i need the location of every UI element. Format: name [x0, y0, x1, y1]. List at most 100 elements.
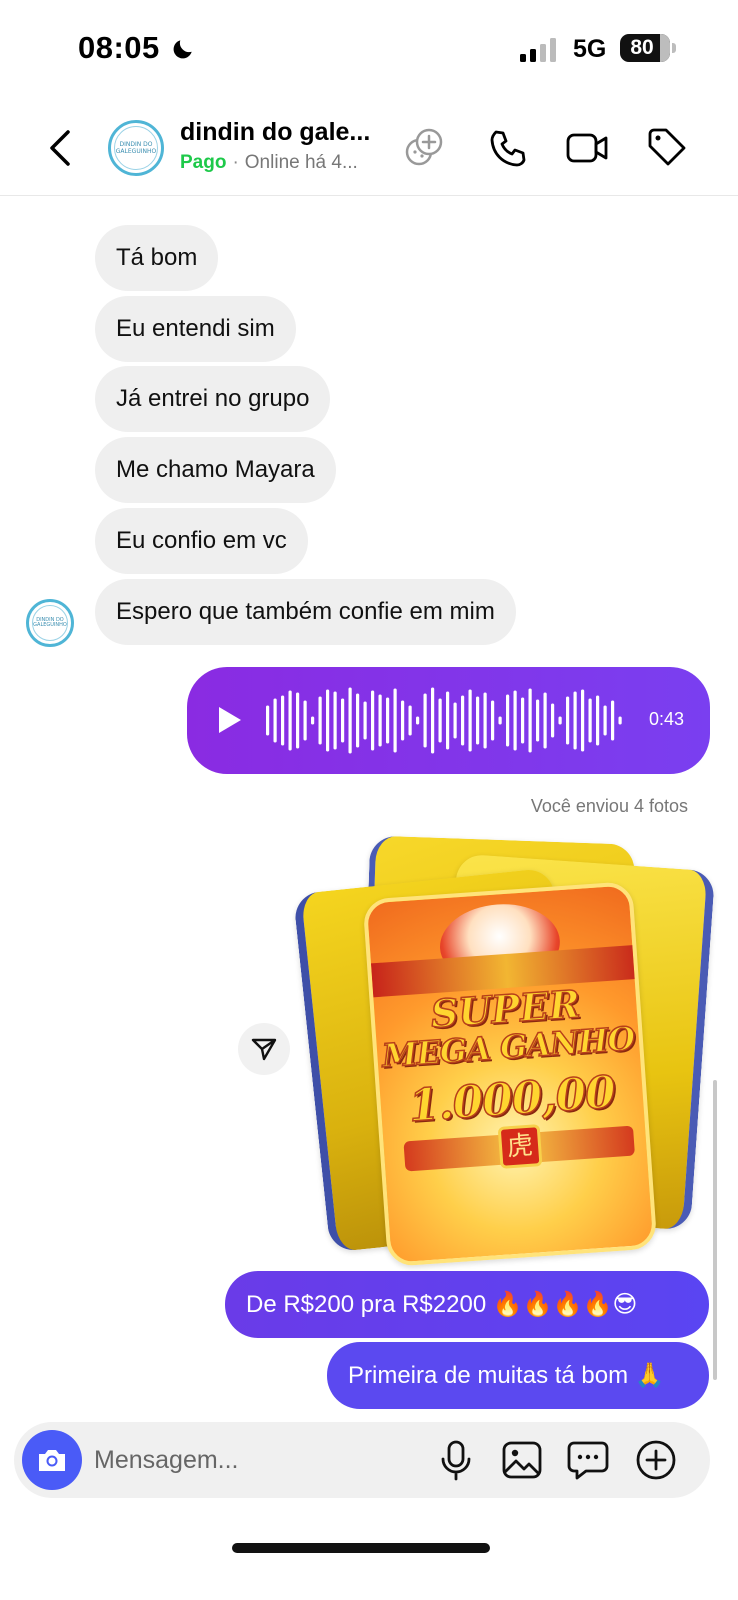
waveform-bar — [288, 690, 292, 751]
waveform-bar — [521, 697, 525, 744]
photo-stack[interactable]: SUPER MEGA GANHO 1.000,00 虎 — [292, 835, 716, 1267]
waveform-bar — [483, 692, 487, 749]
waveform-bar — [296, 692, 300, 749]
waveform-bar — [333, 691, 337, 750]
waveform-bar — [551, 703, 555, 738]
waveform-bar — [281, 695, 285, 746]
waveform-bar — [393, 688, 397, 753]
camera-icon — [39, 1450, 65, 1471]
moon-icon — [173, 40, 192, 59]
waveform-bar — [356, 693, 360, 748]
waveform-bar — [558, 716, 562, 725]
chat-header: DINDIN DO GALEGUINHO dindin do gale... P… — [0, 100, 738, 196]
waveform-bar — [438, 698, 442, 743]
waveform-bar — [318, 696, 322, 745]
scrollbar[interactable] — [713, 1080, 717, 1380]
battery-icon: 80 — [620, 34, 670, 62]
contact-name[interactable]: dindin do gale... — [180, 118, 370, 147]
waveform-bar — [303, 700, 307, 741]
back-chevron-icon[interactable] — [44, 126, 74, 170]
waveform-bar — [453, 702, 457, 739]
waveform-bar — [581, 689, 585, 752]
payment-status-label: Pago — [180, 152, 227, 173]
waveform-bar — [408, 705, 412, 736]
play-icon[interactable] — [217, 705, 243, 735]
message-input[interactable] — [94, 1440, 424, 1480]
waveform-bar — [536, 699, 540, 742]
contact-avatar[interactable]: DINDIN DO GALEGUINHO — [108, 120, 164, 176]
waveform-bar — [341, 698, 345, 743]
battery-level: 80 — [630, 36, 654, 59]
online-status: Online há 4... — [244, 152, 358, 173]
waveform-bar — [416, 716, 420, 725]
incoming-message[interactable]: Eu confio em vc — [95, 508, 308, 574]
waveform-bar — [528, 688, 532, 753]
incoming-message[interactable]: Me chamo Mayara — [95, 437, 336, 503]
waveform-bar — [348, 687, 352, 754]
waveform-bar — [363, 701, 367, 740]
audio-waveform[interactable] — [265, 683, 625, 758]
status-time: 08:05 — [78, 30, 160, 65]
phone-icon[interactable] — [486, 126, 530, 170]
waveform-bar — [588, 698, 592, 743]
battery-tip — [672, 43, 676, 53]
incoming-message[interactable]: Já entrei no grupo — [95, 366, 331, 432]
add-people-icon[interactable] — [402, 126, 446, 170]
sender-avatar[interactable]: DINDIN DO GALEGUINHO — [26, 599, 74, 647]
waveform-bar — [311, 716, 315, 725]
sticker-chat-icon[interactable] — [566, 1438, 610, 1482]
waveform-bar — [491, 700, 495, 741]
waveform-bar — [618, 716, 622, 725]
incoming-message[interactable]: Tá bom — [95, 225, 219, 291]
incoming-message[interactable]: Espero que também confie em mim — [95, 579, 516, 645]
video-call-icon[interactable] — [566, 126, 610, 170]
waveform-bar — [566, 696, 570, 745]
waveform-bar — [513, 690, 517, 751]
home-indicator — [232, 1543, 490, 1553]
waveform-bar — [573, 691, 577, 750]
avatar-logo-text: DINDIN DO GALEGUINHO — [114, 126, 158, 170]
share-button[interactable] — [238, 1023, 290, 1075]
waveform-bar — [476, 696, 480, 745]
waveform-bar — [371, 690, 375, 751]
tag-icon[interactable] — [646, 126, 690, 170]
network-label: 5G — [573, 35, 607, 63]
waveform-bar — [498, 716, 502, 725]
sent-photos-label: Você enviou 4 fotos — [530, 796, 688, 816]
waveform-bar — [596, 695, 600, 746]
photo-thumbnail-front[interactable]: SUPER MEGA GANHO 1.000,00 虎 — [362, 881, 658, 1267]
audio-message[interactable]: 0:43 — [187, 667, 710, 774]
waveform-bar — [386, 697, 390, 744]
waveform-bar — [326, 689, 330, 752]
send-icon — [251, 1038, 277, 1061]
camera-button[interactable] — [22, 1430, 82, 1490]
avatar-logo-text: DINDIN DO GALEGUINHO — [32, 605, 68, 641]
message-composer — [14, 1422, 710, 1498]
waveform-bar — [506, 694, 510, 747]
waveform-bar — [461, 695, 465, 746]
waveform-bar — [446, 691, 450, 750]
waveform-bar — [468, 689, 472, 752]
add-icon[interactable] — [634, 1438, 678, 1482]
gallery-icon[interactable] — [500, 1438, 544, 1482]
waveform-bar — [401, 700, 405, 741]
waveform-bar — [543, 692, 547, 749]
separator-dot: · — [232, 152, 239, 173]
audio-duration: 0:43 — [648, 709, 684, 729]
waveform-bar — [378, 694, 382, 747]
photo-amount: 1.000,00 — [406, 1066, 617, 1133]
outgoing-message[interactable]: De R$200 pra R$2200 🔥🔥🔥🔥😎 — [225, 1271, 709, 1338]
waveform-bar — [423, 693, 427, 748]
signal-icon — [520, 38, 556, 62]
waveform-bar — [273, 698, 277, 743]
outgoing-message[interactable]: Primeira de muitas tá bom 🙏 — [327, 1342, 709, 1409]
status-bar: 08:05 5G 80 — [0, 0, 738, 100]
contact-subtitle: Pago · Online há 4... — [180, 152, 358, 174]
microphone-icon[interactable] — [434, 1438, 478, 1482]
incoming-message[interactable]: Eu entendi sim — [95, 296, 296, 362]
waveform-bar — [431, 687, 435, 754]
waveform-bar — [611, 700, 615, 741]
waveform-bar — [266, 705, 270, 736]
photo-seal: 虎 — [497, 1124, 543, 1169]
waveform-bar — [603, 705, 607, 736]
